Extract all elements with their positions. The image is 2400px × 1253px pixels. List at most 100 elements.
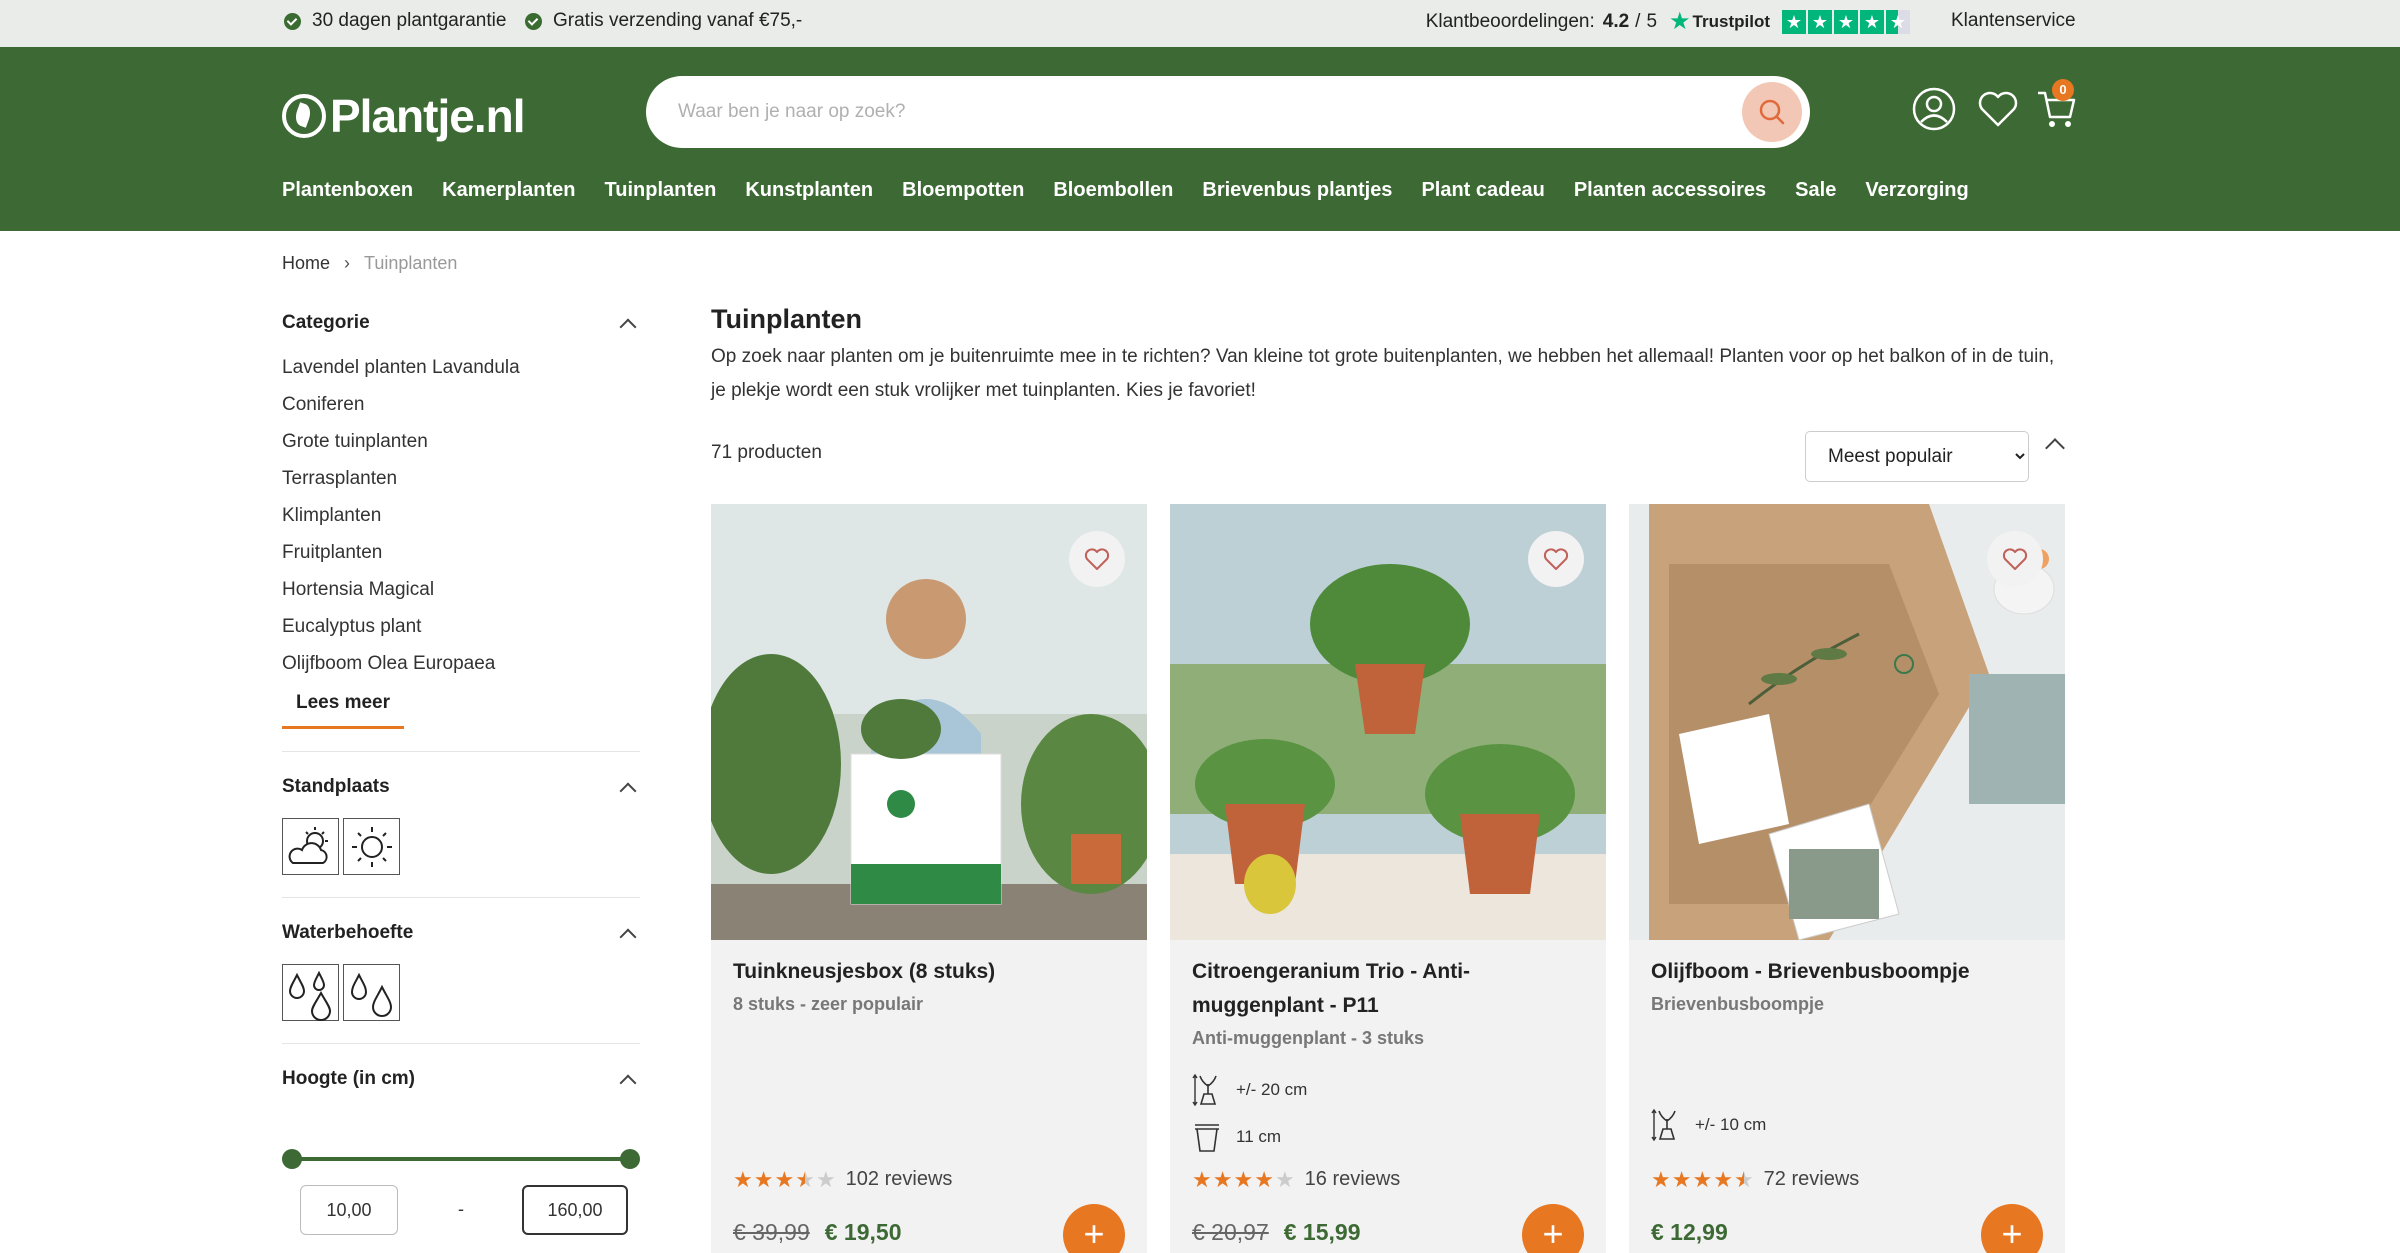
category-list: Lavendel planten Lavandula Coniferen Gro…: [282, 357, 640, 690]
star-icon: ★: [1782, 10, 1806, 34]
nav-plant-cadeau[interactable]: Plant cadeau: [1421, 179, 1544, 202]
breadcrumb-current: Tuinplanten: [364, 253, 458, 273]
add-to-cart-button[interactable]: +: [1981, 1204, 2043, 1253]
half-star-icon: ★: [1886, 10, 1910, 34]
search-input[interactable]: [678, 96, 1678, 128]
sort-select[interactable]: Meest populair: [1805, 431, 2029, 482]
slider-min-handle[interactable]: [282, 1149, 302, 1169]
chevron-up-icon: [619, 1074, 637, 1092]
star-icon: ★: [1254, 1166, 1274, 1192]
nav-bloembollen[interactable]: Bloembollen: [1053, 179, 1173, 202]
search-icon: [1759, 99, 1785, 125]
product-title[interactable]: Tuinkneusjesbox (8 stuks): [733, 955, 1123, 989]
site-logo[interactable]: Plantje.nl: [282, 89, 525, 143]
category-item[interactable]: Olijfboom Olea Europaea: [282, 653, 640, 690]
account-icon[interactable]: [1912, 87, 1956, 131]
heart-icon: [1543, 548, 1569, 570]
category-item[interactable]: Grote tuinplanten: [282, 431, 640, 468]
star-icon: ★: [1274, 1166, 1295, 1192]
product-title[interactable]: Citroengeranium Trio - Anti-muggenplant …: [1192, 955, 1582, 1023]
filter-header-waterbehoefte[interactable]: Waterbehoefte: [282, 920, 640, 946]
add-to-wishlist-button[interactable]: [1528, 531, 1584, 587]
nav-brievenbus-plantjes[interactable]: Brievenbus plantjes: [1202, 179, 1392, 202]
chevron-up-icon: [619, 928, 637, 946]
nav-plantenboxen[interactable]: Plantenboxen: [282, 179, 413, 202]
top-usp-bar: 30 dagen plantgarantie Gratis verzending…: [0, 0, 2400, 47]
add-to-cart-button[interactable]: +: [1063, 1204, 1125, 1253]
nav-bloempotten[interactable]: Bloempotten: [902, 179, 1024, 202]
category-item[interactable]: Coniferen: [282, 394, 640, 431]
review-count[interactable]: 16 reviews: [1305, 1168, 1401, 1191]
product-card[interactable]: Tuinkneusjesbox (8 stuks) 8 stuks - zeer…: [711, 504, 1147, 1253]
old-price: € 39,99: [733, 1219, 810, 1245]
page: 30 dagen plantgarantie Gratis verzending…: [0, 0, 2400, 1253]
nav-verzorging[interactable]: Verzorging: [1865, 179, 1968, 202]
product-subtitle: Anti-muggenplant - 3 stuks: [1192, 1028, 1425, 1048]
search-bar: [646, 76, 1810, 148]
filter-header-hoogte[interactable]: Hoogte (in cm): [282, 1066, 640, 1092]
water-drops-two-icon[interactable]: [343, 964, 400, 1021]
product-rating: ★ ★ ★ ★ ★ 102 reviews: [733, 1168, 952, 1191]
standplaats-options: [282, 818, 640, 875]
review-count[interactable]: 102 reviews: [846, 1168, 953, 1191]
add-to-cart-button[interactable]: +: [1522, 1204, 1584, 1253]
height-max-input[interactable]: [522, 1185, 628, 1235]
filter-header-categorie[interactable]: Categorie: [282, 310, 640, 336]
pot-size-icon: [1195, 1124, 1219, 1152]
product-card[interactable]: Olijfboom - Brievenbusboompje Brievenbus…: [1629, 504, 2065, 1253]
half-star-icon: ★: [1733, 1166, 1754, 1192]
category-item[interactable]: Klimplanten: [282, 505, 640, 542]
nav-planten-accessoires[interactable]: Planten accessoires: [1574, 179, 1766, 202]
filter-header-standplaats[interactable]: Standplaats: [282, 774, 640, 800]
height-range-slider: [282, 1149, 640, 1169]
read-more-button[interactable]: Lees meer: [282, 692, 405, 729]
breadcrumb-home[interactable]: Home: [282, 253, 330, 274]
customer-reviews[interactable]: Klantbeoordelingen: 4.2 / 5 ★ Trustpilot…: [1426, 10, 1912, 34]
category-item[interactable]: Eucalyptus plant: [282, 616, 640, 653]
star-icon: ★: [753, 1166, 774, 1192]
review-count[interactable]: 72 reviews: [1764, 1168, 1860, 1191]
reviews-label: Klantbeoordelingen:: [1425, 11, 1595, 32]
water-drops-three-icon[interactable]: [282, 964, 339, 1021]
star-icon: ★: [1834, 10, 1858, 34]
product-subtitle: 8 stuks - zeer populair: [733, 994, 924, 1014]
slider-max-handle[interactable]: [620, 1149, 640, 1169]
heart-icon: [1084, 548, 1110, 570]
sort-direction-chevron-icon[interactable]: [2045, 438, 2065, 458]
old-price: € 20,97: [1192, 1219, 1269, 1245]
partly-sunny-icon[interactable]: [282, 818, 339, 875]
category-intro: Op zoek naar planten om je buitenruimte …: [711, 346, 2055, 401]
category-item[interactable]: Fruitplanten: [282, 542, 640, 579]
trustpilot-star-icon: ★: [1669, 8, 1691, 35]
search-button[interactable]: [1742, 82, 1802, 142]
nav-tuinplanten[interactable]: Tuinplanten: [605, 179, 717, 202]
product-title[interactable]: Olijfboom - Brievenbusboompje: [1651, 955, 2041, 989]
spec-plant-height: +/- 10 cm: [1651, 1107, 1766, 1143]
product-card[interactable]: Citroengeranium Trio - Anti-muggenplant …: [1170, 504, 1606, 1253]
leaf-logo-icon: [282, 94, 326, 138]
category-item[interactable]: Lavendel planten Lavandula: [282, 357, 640, 394]
spec-pot-size: 11 cm: [1192, 1120, 1281, 1154]
product-price: € 39,99 € 19,50: [733, 1219, 902, 1246]
wishlist-heart-icon[interactable]: [1976, 87, 2020, 131]
category-item[interactable]: Terrasplanten: [282, 468, 640, 505]
height-min-input[interactable]: [300, 1185, 398, 1235]
reviews-score: 4.2: [1602, 11, 1630, 32]
rating-stars: ★ ★ ★ ★ ★: [1651, 1166, 1755, 1192]
star-icon: ★: [1651, 1166, 1671, 1192]
add-to-wishlist-button[interactable]: [1069, 531, 1125, 587]
breadcrumb: Home › Tuinplanten: [282, 253, 457, 274]
nav-sale[interactable]: Sale: [1795, 179, 1836, 202]
full-sun-icon[interactable]: [343, 818, 400, 875]
star-icon: ★: [1713, 1166, 1733, 1192]
nav-kunstplanten[interactable]: Kunstplanten: [745, 179, 873, 202]
sale-price: € 15,99: [1283, 1219, 1361, 1245]
nav-kamerplanten[interactable]: Kamerplanten: [442, 179, 575, 202]
customer-service-link[interactable]: Klantenservice: [1951, 10, 2076, 32]
add-to-wishlist-button[interactable]: [1987, 531, 2043, 587]
height-range-inputs: -: [282, 1185, 640, 1237]
category-item[interactable]: Hortensia Magical: [282, 579, 640, 616]
star-icon: ★: [1671, 1166, 1692, 1192]
star-icon: ★: [1860, 10, 1884, 34]
product-rating: ★ ★ ★ ★ ★ 72 reviews: [1651, 1168, 1859, 1191]
